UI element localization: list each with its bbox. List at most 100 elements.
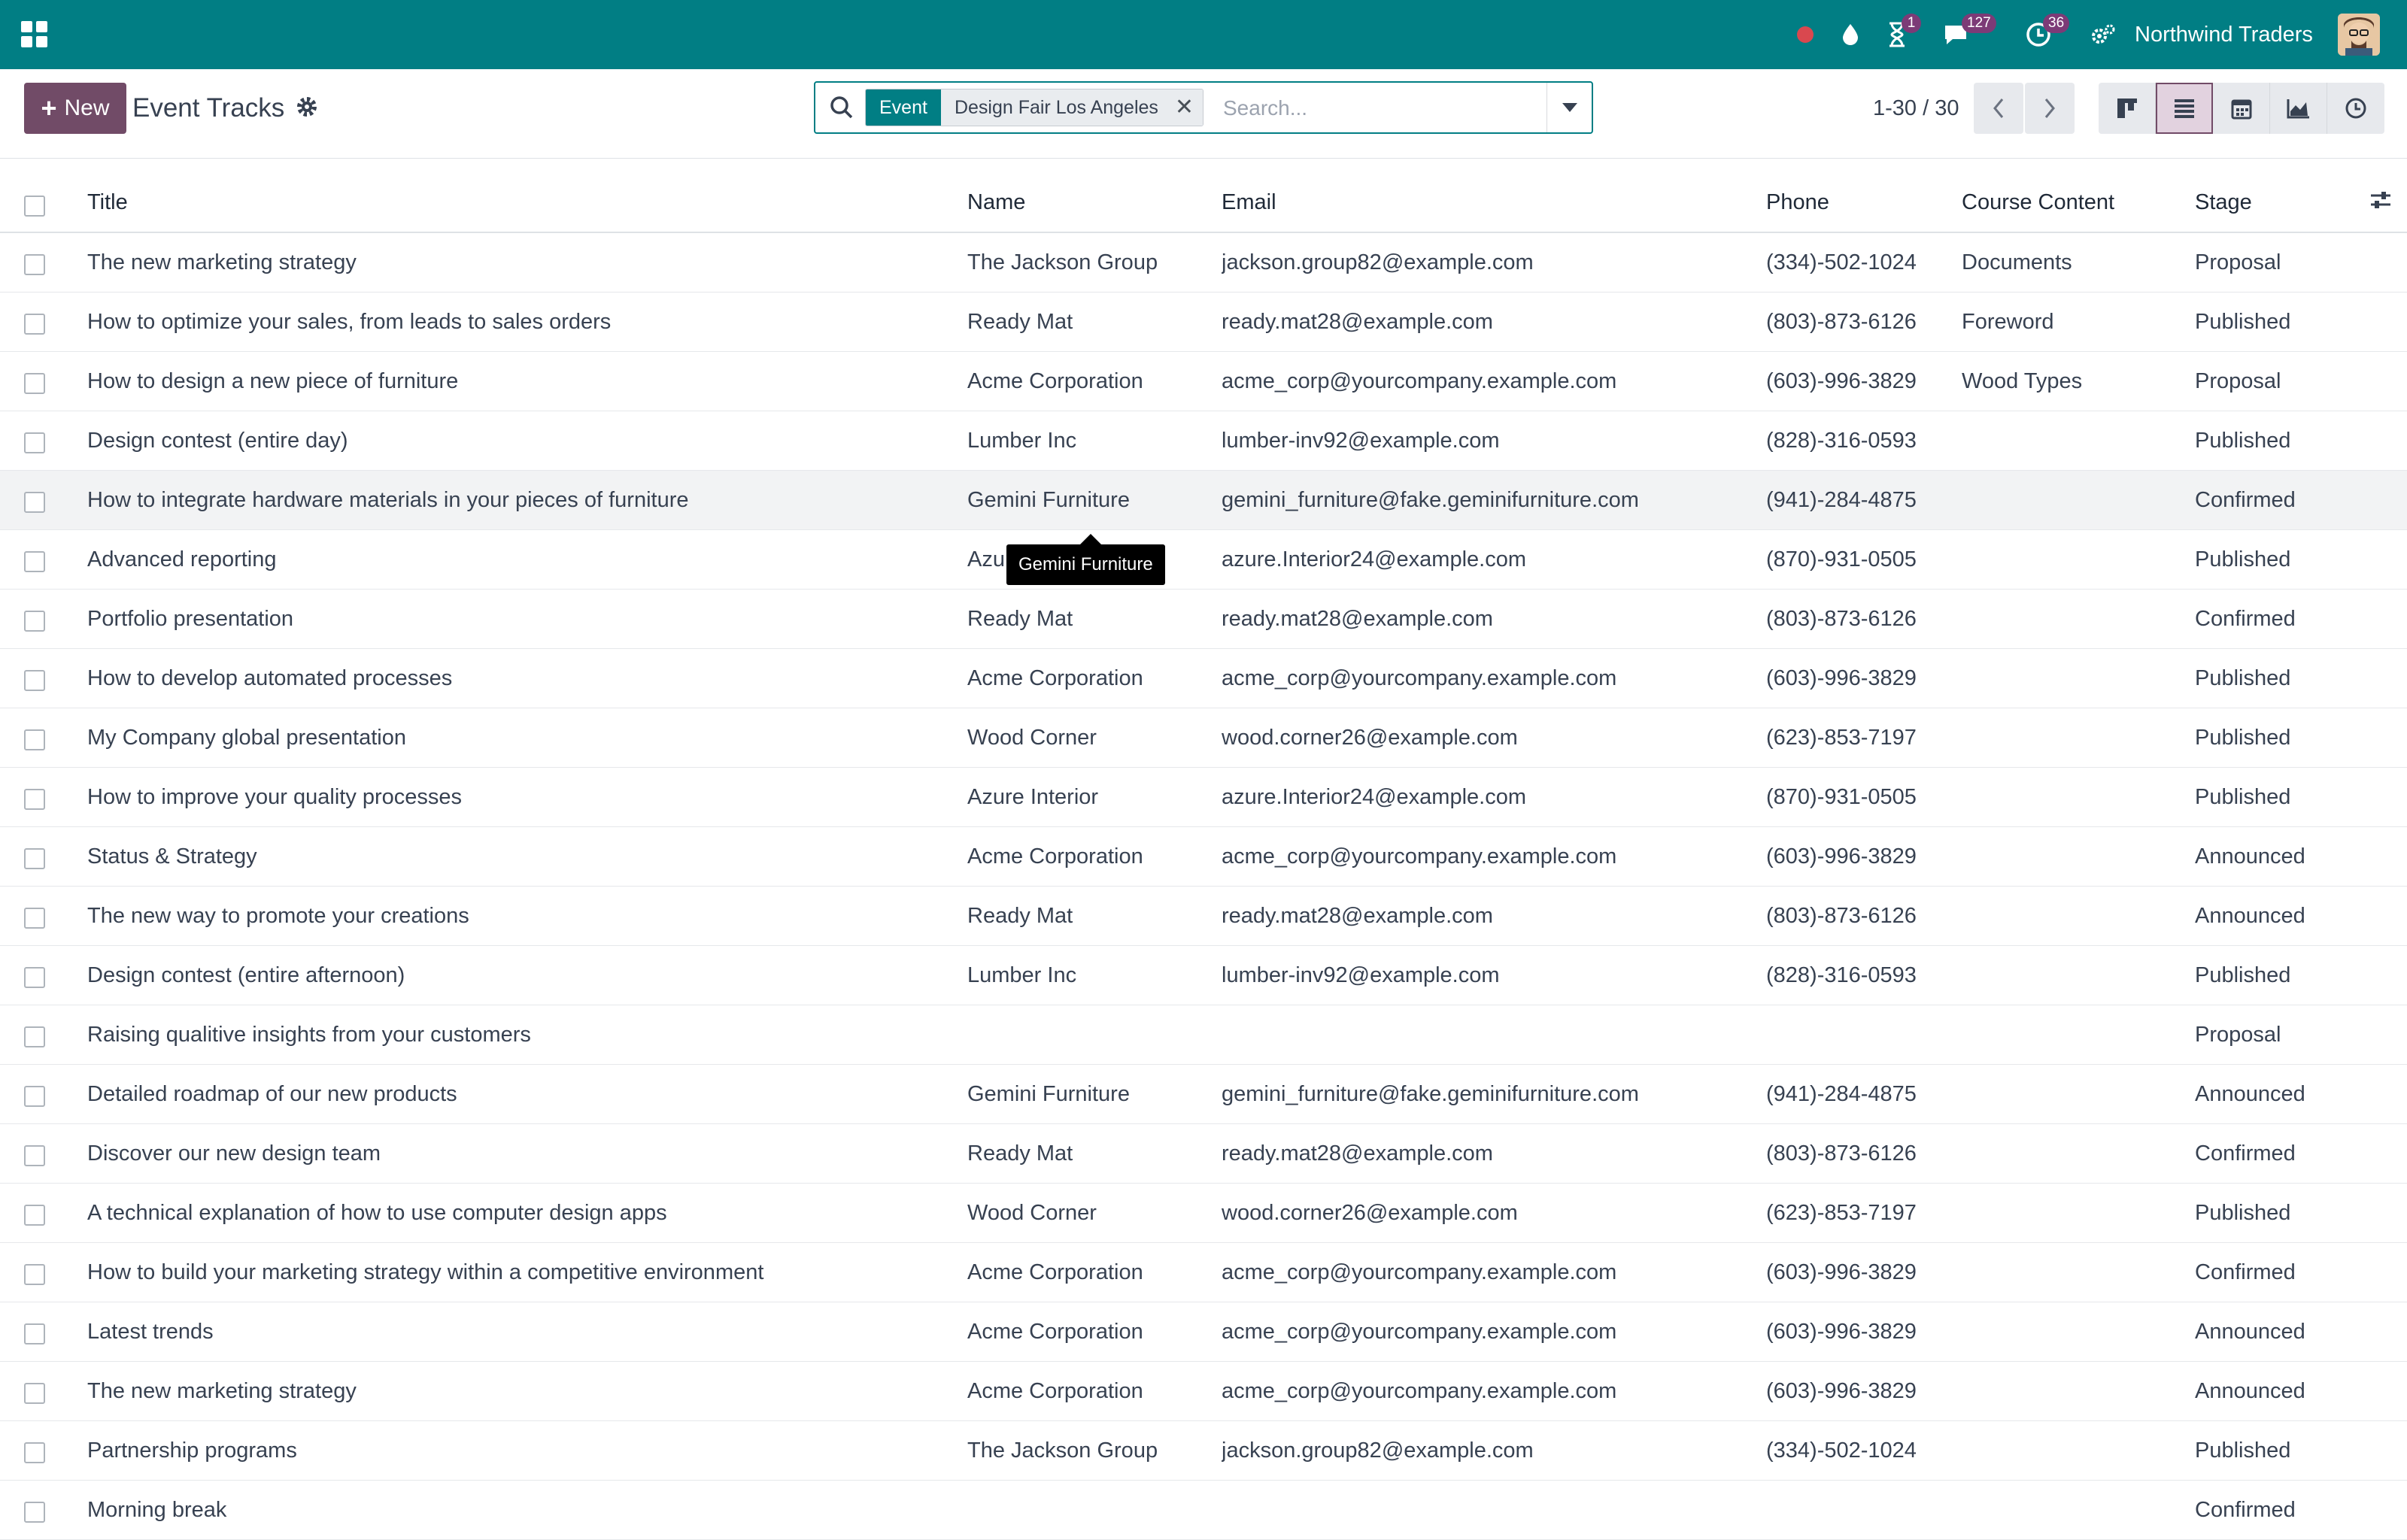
cell-phone[interactable]: (803)-873-6126: [1766, 590, 1954, 648]
activity-view-button[interactable]: [2327, 83, 2384, 134]
cell-stage[interactable]: Proposal: [2195, 233, 2383, 292]
cell-stage[interactable]: Published: [2195, 293, 2383, 351]
table-row[interactable]: Partnership programs The Jackson Group jac…: [0, 1421, 2407, 1481]
cell-name[interactable]: Acme Corporation: [967, 352, 1208, 411]
cell-course-content[interactable]: [1962, 1243, 2187, 1302]
table-row[interactable]: Status & Strategy Acme Corporation acme_co…: [0, 827, 2407, 887]
pager-next-button[interactable]: [2025, 83, 2075, 134]
cell-title[interactable]: Discover our new design team: [87, 1124, 945, 1183]
cell-stage[interactable]: Announced: [2195, 1362, 2383, 1420]
row-checkbox[interactable]: [24, 492, 45, 513]
cell-title[interactable]: Detailed roadmap of our new products: [87, 1065, 945, 1123]
cell-course-content[interactable]: [1962, 1421, 2187, 1480]
cell-phone[interactable]: (623)-853-7197: [1766, 1184, 1954, 1242]
cell-email[interactable]: acme_corp@yourcompany.example.com: [1222, 1243, 1748, 1302]
table-row[interactable]: The new marketing strategy The Jackson Gr…: [0, 233, 2407, 293]
gear-icon[interactable]: [295, 95, 319, 119]
table-row[interactable]: A technical explanation of how to use co…: [0, 1184, 2407, 1243]
select-all-checkbox[interactable]: [24, 196, 45, 217]
table-row[interactable]: Design contest (entire day) Lumber Inc lum…: [0, 411, 2407, 471]
cell-name[interactable]: Azure Interior: [967, 768, 1208, 826]
cell-phone[interactable]: (803)-873-6126: [1766, 293, 1954, 351]
cell-stage[interactable]: Published: [2195, 768, 2383, 826]
remove-facet-icon[interactable]: ✕: [1175, 96, 1194, 119]
row-checkbox[interactable]: [24, 908, 45, 929]
cell-name[interactable]: Ready Mat: [967, 590, 1208, 648]
settings-gears-icon[interactable]: [2088, 0, 2118, 69]
row-checkbox[interactable]: [24, 611, 45, 632]
cell-course-content[interactable]: Foreword: [1962, 293, 2187, 351]
cell-phone[interactable]: (603)-996-3829: [1766, 352, 1954, 411]
cell-course-content[interactable]: Documents: [1962, 233, 2187, 292]
cell-course-content[interactable]: [1962, 1481, 2187, 1539]
cell-course-content[interactable]: [1962, 1184, 2187, 1242]
cell-name[interactable]: Acme Corporation: [967, 1243, 1208, 1302]
cell-name[interactable]: Gemini Furniture: [967, 1065, 1208, 1123]
apps-grid-icon[interactable]: [21, 21, 48, 48]
row-checkbox[interactable]: [24, 1145, 45, 1166]
cell-email[interactable]: [1222, 1481, 1748, 1539]
activities-hourglass-icon[interactable]: 1: [1880, 0, 1921, 69]
column-header-stage[interactable]: Stage: [2195, 171, 2252, 233]
table-row[interactable]: Latest trends Acme Corporation acme_corp@y…: [0, 1302, 2407, 1362]
table-row[interactable]: How to integrate hardware materials in y…: [0, 471, 2407, 530]
cell-title[interactable]: Portfolio presentation: [87, 590, 945, 648]
clock-icon[interactable]: 36: [2022, 0, 2070, 69]
cell-email[interactable]: [1222, 1005, 1748, 1064]
cell-title[interactable]: Raising qualitive insights from your cus…: [87, 1005, 945, 1064]
pager-value[interactable]: 1-30 / 30: [1873, 89, 1959, 128]
row-checkbox[interactable]: [24, 1264, 45, 1285]
row-checkbox[interactable]: [24, 1442, 45, 1463]
table-row[interactable]: Advanced reportingAzure Interiorazure.In…: [0, 530, 2407, 590]
cell-title[interactable]: The new marketing strategy: [87, 1362, 945, 1420]
cell-course-content[interactable]: [1962, 471, 2187, 529]
column-header-course-content[interactable]: Course Content: [1962, 171, 2114, 233]
cell-phone[interactable]: (603)-996-3829: [1766, 1362, 1954, 1420]
row-checkbox[interactable]: [24, 314, 45, 335]
cell-title[interactable]: Design contest (entire day): [87, 411, 945, 470]
cell-title[interactable]: A technical explanation of how to use co…: [87, 1184, 945, 1242]
cell-email[interactable]: azure.Interior24@example.com: [1222, 768, 1748, 826]
cell-phone[interactable]: (603)-996-3829: [1766, 827, 1954, 886]
cell-email[interactable]: azure.Interior24@example.com: [1222, 530, 1748, 589]
cell-phone[interactable]: (603)-996-3829: [1766, 1302, 1954, 1361]
cell-stage[interactable]: Published: [2195, 411, 2383, 470]
cell-email[interactable]: wood.corner26@example.com: [1222, 708, 1748, 767]
column-header-phone[interactable]: Phone: [1766, 171, 1829, 233]
drop-icon[interactable]: [1835, 0, 1865, 69]
row-checkbox[interactable]: [24, 1086, 45, 1107]
row-checkbox[interactable]: [24, 432, 45, 453]
row-checkbox[interactable]: [24, 1205, 45, 1226]
cell-email[interactable]: lumber-inv92@example.com: [1222, 946, 1748, 1005]
cell-email[interactable]: ready.mat28@example.com: [1222, 887, 1748, 945]
cell-name[interactable]: Ready Mat: [967, 887, 1208, 945]
calendar-view-button[interactable]: [2213, 83, 2270, 134]
row-checkbox[interactable]: [24, 373, 45, 394]
cell-course-content[interactable]: [1962, 887, 2187, 945]
cell-name[interactable]: Lumber Inc: [967, 411, 1208, 470]
cell-course-content[interactable]: [1962, 946, 2187, 1005]
list-view-button[interactable]: [2156, 83, 2213, 134]
cell-email[interactable]: gemini_furniture@fake.geminifurniture.co…: [1222, 471, 1748, 529]
table-row[interactable]: How to develop automated processes Acme C…: [0, 649, 2407, 708]
column-header-name[interactable]: Name: [967, 171, 1025, 233]
cell-phone[interactable]: (870)-931-0505: [1766, 768, 1954, 826]
cell-stage[interactable]: Published: [2195, 1184, 2383, 1242]
row-checkbox[interactable]: [24, 551, 45, 572]
table-row[interactable]: How to design a new piece of furniture Ac…: [0, 352, 2407, 411]
cell-course-content[interactable]: [1962, 1302, 2187, 1361]
table-row[interactable]: Detailed roadmap of our new products Gemi…: [0, 1065, 2407, 1124]
cell-phone[interactable]: (623)-853-7197: [1766, 708, 1954, 767]
cell-email[interactable]: gemini_furniture@fake.geminifurniture.co…: [1222, 1065, 1748, 1123]
cell-name[interactable]: [967, 1005, 1208, 1064]
row-checkbox[interactable]: [24, 789, 45, 810]
cell-email[interactable]: lumber-inv92@example.com: [1222, 411, 1748, 470]
table-row[interactable]: Raising qualitive insights from your cus…: [0, 1005, 2407, 1065]
cell-phone[interactable]: (803)-873-6126: [1766, 887, 1954, 945]
cell-name[interactable]: Ready Mat: [967, 293, 1208, 351]
cell-phone[interactable]: (603)-996-3829: [1766, 1243, 1954, 1302]
cell-email[interactable]: jackson.group82@example.com: [1222, 233, 1748, 292]
cell-stage[interactable]: Confirmed: [2195, 1243, 2383, 1302]
cell-stage[interactable]: Proposal: [2195, 1005, 2383, 1064]
cell-title[interactable]: How to develop automated processes: [87, 649, 945, 708]
